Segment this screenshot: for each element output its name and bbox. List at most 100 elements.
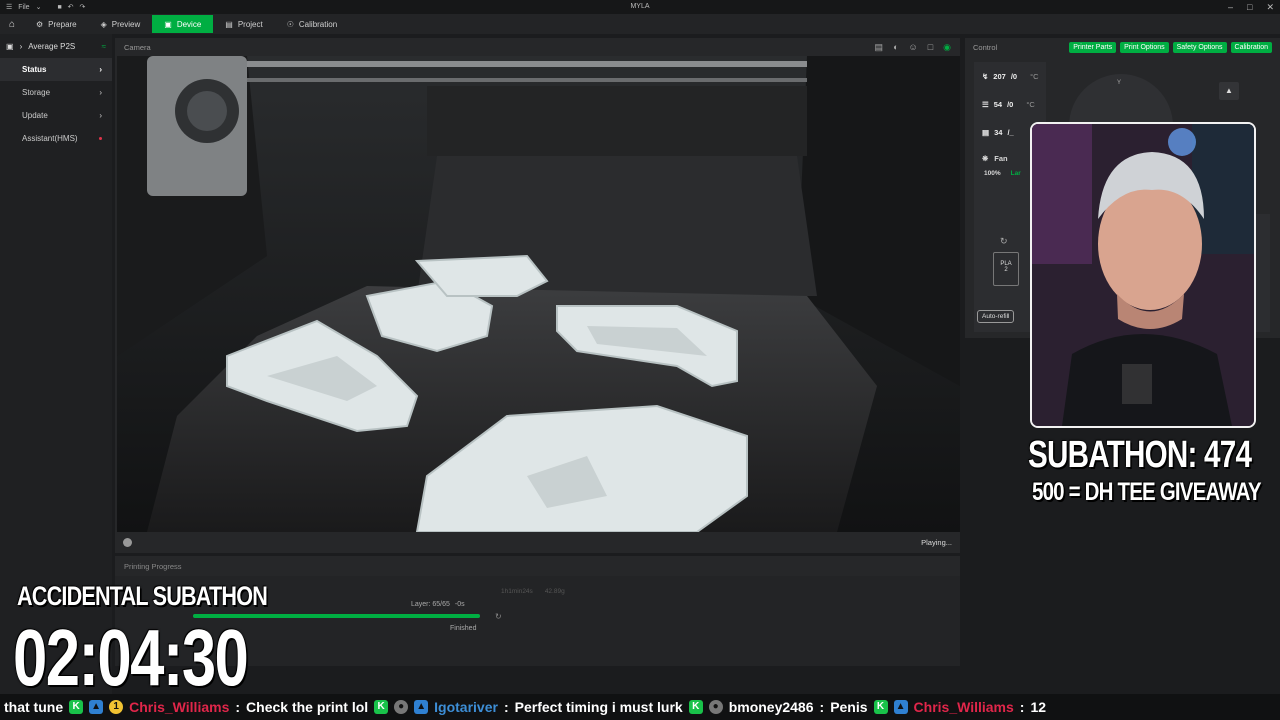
redo-icon[interactable]: ↷ <box>80 3 86 11</box>
tab-preview[interactable]: ◈ Preview <box>89 15 153 33</box>
save-icon[interactable]: ■ <box>57 4 61 11</box>
chat-message: 12 <box>1030 699 1047 715</box>
nozzle-temp: 207 <box>993 71 1006 81</box>
camera-header: Camera ▤ ◐ ☺ □ ◉ <box>115 38 960 56</box>
chat-username: Chris_Williams <box>913 699 1014 715</box>
tab-prepare[interactable]: ⚙ Prepare <box>24 15 89 33</box>
ams-refresh-icon[interactable]: ↻ <box>1000 236 1008 247</box>
nozzle-temp-row[interactable]: ↯ 207 /0 °C <box>974 62 1046 90</box>
file-menu[interactable]: File <box>18 4 29 11</box>
ams-slot[interactable]: PLA 2 <box>993 252 1019 286</box>
sidebar-item-label: Storage <box>22 88 51 97</box>
timelapse-icon[interactable]: ◐ <box>893 42 898 53</box>
giveaway-text: 500 = DH TEE GIVEAWAY <box>1032 478 1262 506</box>
camera-image <box>117 56 960 532</box>
project-icon: ▤ <box>225 19 233 29</box>
undo-icon[interactable]: ↶ <box>68 3 74 11</box>
sidebar-item-status[interactable]: Status › <box>0 58 112 81</box>
webcam-image <box>1032 124 1254 426</box>
chat-username: bmoney2486 <box>728 699 814 715</box>
print-time: 1h1min24s <box>501 588 533 595</box>
chat-username: Igotariver <box>434 699 498 715</box>
menu-icon[interactable]: ☰ <box>6 3 12 11</box>
print-options-button[interactable]: Print Options <box>1120 41 1169 53</box>
play-icon[interactable] <box>123 538 132 547</box>
progress-meta: 1h1min24s 42.89g <box>501 588 565 595</box>
fan-label: Fan <box>994 153 1008 163</box>
z-up-button[interactable]: ▲ <box>1219 82 1239 100</box>
chat-message: Check the print lol <box>246 699 369 715</box>
jog-axis-label: Y <box>1117 80 1122 86</box>
fan-speed[interactable]: 100% <box>984 170 1001 177</box>
chevron-right-icon: › <box>99 65 102 74</box>
chat-message: that tune <box>4 699 64 715</box>
camera-title: Camera <box>124 42 151 52</box>
wifi-icon: ≈ <box>101 41 106 51</box>
chat-username: Chris_Williams <box>129 699 230 715</box>
device-icon: ▣ <box>164 19 172 29</box>
sd-card-icon[interactable]: ▤ <box>875 42 884 53</box>
chevron-down-icon[interactable]: ⌄ <box>36 3 42 11</box>
layer-count: Layer: 65/65 <box>411 601 450 608</box>
alert-dot <box>99 137 102 140</box>
chat-message: Penis <box>830 699 868 715</box>
screen: ☰ File ⌄ ■ ↶ ↷ MYLA – □ ✕ ⌂ ⚙ Prepare ◈ Pr… <box>0 0 1280 720</box>
tab-label: Project <box>237 19 263 29</box>
progress-title: Printing Progress <box>124 561 182 571</box>
tab-label: Device <box>176 19 202 29</box>
prime-icon: ▲ <box>893 700 908 714</box>
main-nav: ⌂ ⚙ Prepare ◈ Preview ▣ Device ▤ Project ☉ Ca… <box>0 14 1280 34</box>
fan-aux[interactable]: Lar <box>1011 170 1021 177</box>
sub-badge-icon: 1 <box>109 700 124 714</box>
chamber-temp: 34 <box>994 127 1003 137</box>
nozzle-target: /0 <box>1010 71 1018 81</box>
ams-slot-number: 2 <box>1004 267 1008 273</box>
sidebar-item-update[interactable]: Update › <box>0 104 112 127</box>
calibration-button[interactable]: Calibration <box>1230 41 1272 53</box>
subathon-count: SUBATHON: 474 <box>1028 434 1252 476</box>
chat-ticker: that tune K ▲ 1 Chris_Williams: Check th… <box>0 694 1280 720</box>
printer-parts-button[interactable]: Printer Parts <box>1069 41 1117 53</box>
print-weight: 42.89g <box>544 588 565 595</box>
accidental-subathon-label: ACCIDENTAL SUBATHON <box>17 581 268 611</box>
sidebar-item-label: Update <box>22 111 48 120</box>
tab-label: Calibration <box>298 19 338 29</box>
subathon-timer: 02:04:30 <box>13 613 249 702</box>
sidebar-item-storage[interactable]: Storage › <box>0 81 112 104</box>
bed-temp-row[interactable]: ☰ 54 /0 °C <box>974 90 1046 118</box>
safety-options-button[interactable]: Safety Options <box>1172 41 1227 53</box>
close-icon[interactable]: ✕ <box>1266 2 1274 13</box>
record-icon[interactable]: □ <box>928 42 933 53</box>
tab-label: Preview <box>111 19 141 29</box>
remaining-time: -0s <box>454 601 465 608</box>
tab-project[interactable]: ▤ Project <box>213 15 274 33</box>
camera-state: Playing... <box>921 538 952 547</box>
window-title: MYLA <box>630 3 650 10</box>
tab-calibration[interactable]: ☉ Calibration <box>275 15 349 33</box>
mod-icon: ● <box>708 700 723 714</box>
auto-refill-button[interactable]: Auto-refill <box>977 310 1015 323</box>
device-name: Average P2S <box>28 41 76 51</box>
bed-temp: 54 <box>993 99 1003 109</box>
device-selector[interactable]: ▣ › Average P2S ≈ <box>0 34 112 58</box>
person-icon[interactable]: ☺ <box>909 42 918 53</box>
sidebar-item-assistant[interactable]: Assistant(HMS) <box>0 127 112 150</box>
chamber-target: /_ <box>1007 127 1014 137</box>
bed-icon: ☰ <box>982 99 989 109</box>
refresh-icon[interactable]: ↻ <box>495 612 502 621</box>
maximize-icon[interactable]: □ <box>1247 2 1252 13</box>
camera-footer: Playing... <box>115 532 960 553</box>
chamber-icon: ▤ <box>982 127 990 137</box>
tab-device[interactable]: ▣ Device <box>152 15 214 33</box>
prime-icon: ▲ <box>89 700 104 714</box>
temp-unit: °C <box>1026 99 1035 109</box>
chat-message: Perfect timing i must lurk <box>514 699 683 715</box>
prime-icon: ▲ <box>414 700 429 714</box>
control-title: Control <box>973 42 998 52</box>
home-icon[interactable]: ⌂ <box>0 19 24 30</box>
calibration-icon: ☉ <box>286 19 294 29</box>
mod-icon: ● <box>394 700 409 714</box>
camera-feed <box>117 56 960 532</box>
live-icon[interactable]: ◉ <box>943 42 951 53</box>
minimize-icon[interactable]: – <box>1228 2 1233 13</box>
